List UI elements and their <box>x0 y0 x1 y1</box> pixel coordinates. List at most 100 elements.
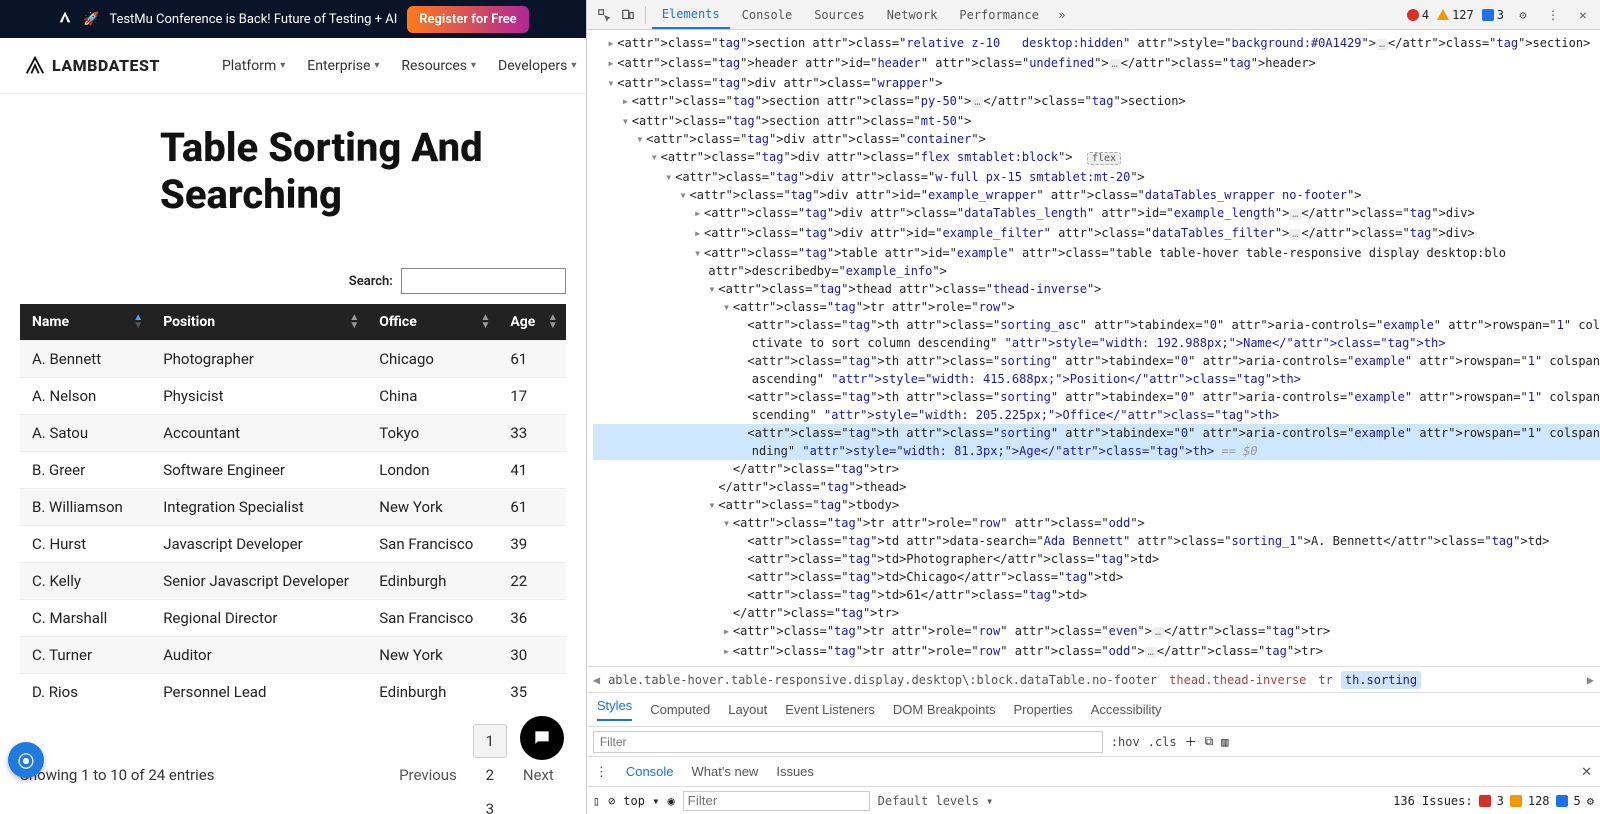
table-row[interactable]: C. HurstJavascript DeveloperSan Francisc… <box>20 526 566 563</box>
dom-node[interactable]: </attr">class="tag">tr> <box>593 604 1600 622</box>
dom-node[interactable]: ▾<attr">class="tag">tr attr">role="row" … <box>593 514 1600 532</box>
drawer-close-icon[interactable]: ✕ <box>1581 764 1592 780</box>
pager-page-2[interactable]: 2 <box>473 758 507 792</box>
table-row[interactable]: D. RiosPersonnel LeadEdinburgh35 <box>20 674 566 711</box>
panel-icon[interactable]: ▥ <box>1221 735 1228 749</box>
dom-node[interactable]: </attr">class="tag">tr> <box>593 460 1600 478</box>
table-row[interactable]: C. MarshallRegional DirectorSan Francisc… <box>20 600 566 637</box>
dom-node[interactable]: ▸<attr">class="tag">header attr">id="hea… <box>593 54 1600 74</box>
levels-select[interactable]: Default levels ▾ <box>878 794 994 808</box>
cls-toggle[interactable]: .cls <box>1148 735 1177 749</box>
nav-developers[interactable]: Developers▾ <box>498 58 576 74</box>
crumb[interactable]: able.table-hover.table-responsive.displa… <box>604 671 1161 689</box>
register-button[interactable]: Register for Free <box>407 6 528 33</box>
tab-elements[interactable]: Elements <box>652 1 730 29</box>
tab-styles[interactable]: Styles <box>597 698 632 721</box>
crumb-left-icon[interactable]: ◀ <box>593 673 600 687</box>
pager-next[interactable]: Next <box>511 760 566 790</box>
settings-icon[interactable]: ⚙ <box>1512 4 1534 26</box>
info-count[interactable]: 3 <box>1482 8 1504 22</box>
dom-node[interactable]: </attr">class="tag">thead> <box>593 478 1600 496</box>
dom-node[interactable]: <attr">class="tag">th attr">class="sorti… <box>593 352 1600 370</box>
dom-node[interactable]: ▾<attr">class="tag">div attr">class="con… <box>593 130 1600 148</box>
dom-node[interactable]: ▾<attr">class="tag">div attr">class="wra… <box>593 74 1600 92</box>
nav-resources[interactable]: Resources▾ <box>401 58 476 74</box>
dom-node[interactable]: <attr">class="tag">td>Photographer</attr… <box>593 550 1600 568</box>
brand-logo[interactable]: LAMBDATEST <box>24 55 160 77</box>
drawer-console[interactable]: Console <box>626 764 674 779</box>
tab-sources[interactable]: Sources <box>804 2 875 28</box>
inspect-icon[interactable] <box>593 4 615 26</box>
tab-dombreakpoints[interactable]: DOM Breakpoints <box>893 702 996 717</box>
device-toggle-icon[interactable] <box>617 4 639 26</box>
tab-network[interactable]: Network <box>877 2 948 28</box>
dom-node[interactable]: ▾<attr">class="tag">div attr">class="fle… <box>593 148 1600 168</box>
drawer-whatsnew[interactable]: What's new <box>692 764 759 779</box>
drawer-issues[interactable]: Issues <box>776 764 814 779</box>
table-row[interactable]: A. BennettPhotographerChicago61 <box>20 341 566 378</box>
pager-prev[interactable]: Previous <box>387 760 469 790</box>
dom-node[interactable]: ▾<attr">class="tag">div attr">id="exampl… <box>593 186 1600 204</box>
tab-eventlisteners[interactable]: Event Listeners <box>785 702 875 717</box>
dom-node-wrap[interactable]: ctivate to sort column descending" "attr… <box>593 334 1600 352</box>
console-filter-input[interactable] <box>683 791 870 811</box>
table-row[interactable]: C. TurnerAuditorNew York30 <box>20 637 566 674</box>
tab-properties[interactable]: Properties <box>1013 702 1072 717</box>
dom-node-wrap[interactable]: ascending" "attr">style="width: 415.688p… <box>593 370 1600 388</box>
dom-node[interactable]: <attr">class="tag">td>Chicago</attr">cla… <box>593 568 1600 586</box>
console-settings-icon[interactable]: ⚙ <box>1587 794 1594 808</box>
table-row[interactable]: B. GreerSoftware EngineerLondon41 <box>20 452 566 489</box>
chat-button[interactable] <box>520 716 564 760</box>
dom-node-wrap[interactable]: nding" "attr">style="width: 81.3px;">Age… <box>593 442 1600 460</box>
col-office[interactable]: Office ▲▼ <box>367 304 498 341</box>
kebab-icon[interactable]: ⋮ <box>1542 4 1564 26</box>
breadcrumb[interactable]: ◀ able.table-hover.table-responsive.disp… <box>587 666 1600 692</box>
dom-node[interactable]: ▾<attr">class="tag">tr attr">role="row"> <box>593 298 1600 316</box>
dom-node[interactable]: <attr">class="tag">td attr">data-search=… <box>593 532 1600 550</box>
col-name[interactable]: Name ▲▼ <box>20 304 151 341</box>
dom-node[interactable]: ▾<attr">class="tag">section attr">class=… <box>593 112 1600 130</box>
issues-label[interactable]: 136 Issues: <box>1393 794 1472 808</box>
cookie-settings-button[interactable]: ⦿ <box>8 742 44 778</box>
nav-enterprise[interactable]: Enterprise▾ <box>307 58 379 74</box>
crumb[interactable]: tr <box>1314 671 1336 689</box>
dom-node[interactable]: ▸<attr">class="tag">tr attr">role="row" … <box>593 642 1600 662</box>
dom-node[interactable]: ▾<attr">class="tag">tbody> <box>593 496 1600 514</box>
context-select[interactable]: top ▾ <box>623 794 659 808</box>
warning-count[interactable]: 127 <box>1437 8 1474 22</box>
dom-node[interactable]: ▸<attr">class="tag">div attr">class="dat… <box>593 204 1600 224</box>
crumb-selected[interactable]: th.sorting <box>1341 671 1421 689</box>
pager-page-3[interactable]: 3 <box>473 792 507 814</box>
table-row[interactable]: B. WilliamsonIntegration SpecialistNew Y… <box>20 489 566 526</box>
sidebar-toggle-icon[interactable]: ▯ <box>593 794 600 808</box>
clear-console-icon[interactable]: ⊘ <box>608 794 615 808</box>
tab-layout[interactable]: Layout <box>728 702 767 717</box>
dom-node[interactable]: ▸<attr">class="tag">section attr">class=… <box>593 92 1600 112</box>
nav-platform[interactable]: Platform▾ <box>222 58 285 74</box>
tab-console[interactable]: Console <box>732 2 803 28</box>
crumb[interactable]: thead.thead-inverse <box>1165 671 1310 689</box>
tab-performance[interactable]: Performance <box>949 2 1048 28</box>
more-tabs-icon[interactable]: » <box>1051 4 1073 26</box>
dom-node[interactable]: <attr">class="tag">td>61</attr">class="t… <box>593 586 1600 604</box>
dom-node[interactable]: ▾<attr">class="tag">div attr">class="w-f… <box>593 168 1600 186</box>
dom-node[interactable]: <attr">class="tag">th attr">class="sorti… <box>593 424 1600 442</box>
dom-node[interactable]: ▸<attr">class="tag">div attr">id="exampl… <box>593 224 1600 244</box>
dom-node[interactable]: ▾<attr">class="tag">table attr">id="exam… <box>593 244 1600 262</box>
col-age[interactable]: Age ▲▼ <box>498 304 565 341</box>
styles-filter-input[interactable] <box>593 731 1103 753</box>
error-count[interactable]: 4 <box>1407 8 1429 22</box>
kebab-icon[interactable]: ⋮ <box>595 764 608 780</box>
dom-node[interactable]: ▾<attr">class="tag">thead attr">class="t… <box>593 280 1600 298</box>
table-row[interactable]: A. NelsonPhysicistChina17 <box>20 378 566 415</box>
dom-node[interactable]: ▸<attr">class="tag">tr attr">role="row" … <box>593 622 1600 642</box>
close-icon[interactable]: ✕ <box>1572 4 1594 26</box>
crumb-right-icon[interactable]: ▶ <box>1587 673 1594 687</box>
table-row[interactable]: A. SatouAccountantTokyo33 <box>20 415 566 452</box>
col-position[interactable]: Position ▲▼ <box>151 304 367 341</box>
table-row[interactable]: C. KellySenior Javascript DeveloperEdinb… <box>20 563 566 600</box>
dom-node-wrap[interactable]: attr">describedby="example_info"> <box>593 262 1600 280</box>
tab-computed[interactable]: Computed <box>650 702 710 717</box>
dom-node[interactable]: <attr">class="tag">th attr">class="sorti… <box>593 316 1600 334</box>
pager-page-1[interactable]: 1 <box>473 724 507 758</box>
